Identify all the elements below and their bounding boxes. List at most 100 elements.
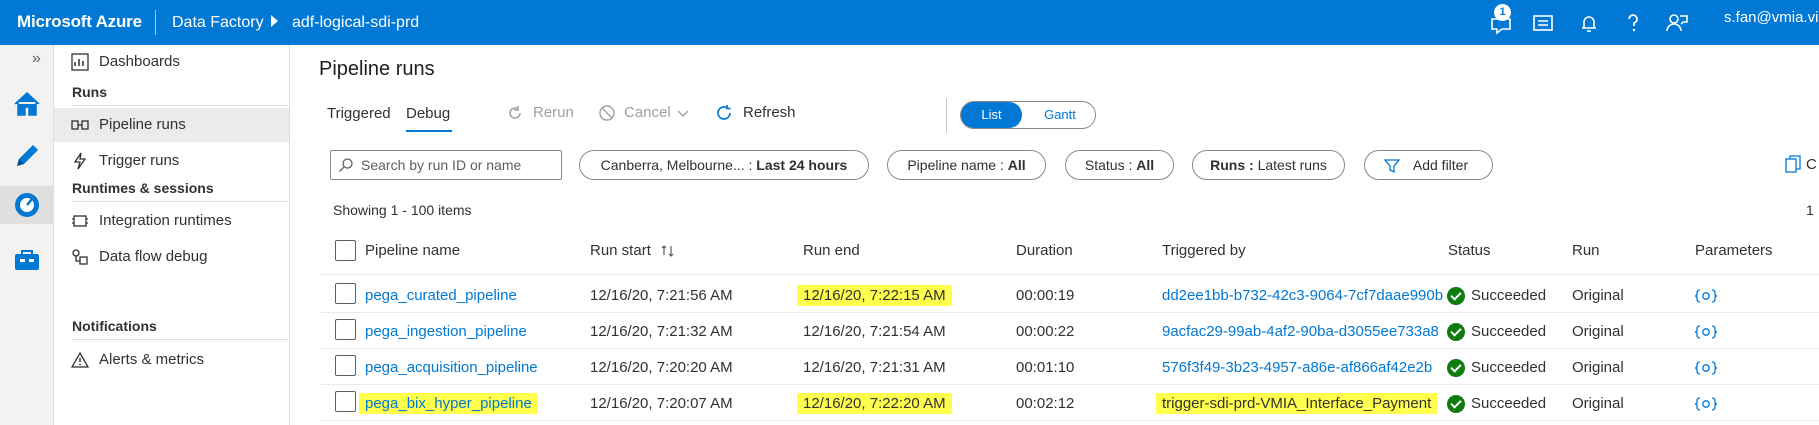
col-header-run-start[interactable]: Run start	[590, 242, 651, 259]
row-checkbox[interactable]	[335, 391, 356, 412]
pipeline-icon	[71, 120, 89, 130]
duration-cell: 00:00:19	[1016, 287, 1075, 304]
user-account[interactable]: s.fan@vmia.vic.gov.au	[1724, 9, 1819, 26]
parameters-icon[interactable]	[1695, 360, 1717, 376]
run-end-text: 12/16/20, 7:22:15 AM	[797, 285, 952, 306]
nav-heading-runtimes: Runtimes & sessions	[72, 180, 214, 196]
success-icon	[1447, 287, 1465, 305]
duration-cell: 00:01:10	[1016, 359, 1075, 376]
row-checkbox[interactable]	[335, 283, 356, 304]
sort-up-down-icon[interactable]	[660, 243, 676, 259]
nav-label: Trigger runs	[99, 152, 180, 169]
parameters-icon[interactable]	[1695, 288, 1717, 304]
help-icon[interactable]	[1620, 10, 1646, 36]
nav-label: Data flow debug	[99, 248, 208, 265]
status-text: Succeeded	[1471, 395, 1547, 412]
col-header-parameters[interactable]: Parameters	[1695, 242, 1773, 259]
nav-divider	[72, 105, 288, 106]
author-pencil-icon[interactable]	[8, 137, 46, 175]
pipeline-name-link[interactable]: pega_acquisition_pipeline	[365, 359, 538, 376]
filter-time-range[interactable]: Canberra, Melbourne... : Last 24 hours	[579, 150, 869, 180]
search-icon	[339, 158, 353, 172]
breadcrumb-data-factory[interactable]: Data Factory	[172, 14, 264, 32]
cancel-label: Cancel	[624, 104, 671, 121]
notification-count-badge: 1	[1494, 4, 1511, 21]
nav-item-trigger-runs[interactable]: Trigger runs	[54, 144, 289, 178]
tab-triggered[interactable]: Triggered	[327, 105, 391, 122]
search-placeholder: Search by run ID or name	[361, 157, 522, 173]
filter-runs[interactable]: Runs : Latest runs	[1192, 150, 1345, 180]
view-gantt-button[interactable]: Gantt	[1025, 102, 1095, 128]
status-text: Succeeded	[1471, 323, 1547, 340]
triggered-by-link[interactable]: 9acfac29-99ab-4af2-90ba-d3055ee733a8	[1162, 323, 1439, 340]
triggered-by-link[interactable]: 576f3f49-3b23-4957-a86e-af866af42e2b	[1162, 359, 1432, 376]
rerun-label: Rerun	[533, 104, 574, 121]
add-filter-label: Add filter	[1412, 157, 1469, 173]
switch-directory-icon[interactable]	[1530, 10, 1556, 36]
copy-icon[interactable]	[1783, 154, 1803, 174]
col-header-run[interactable]: Run	[1572, 242, 1600, 259]
refresh-icon	[717, 105, 731, 120]
clipped-toolbar-label[interactable]: C	[1806, 156, 1817, 173]
success-icon	[1447, 323, 1465, 341]
select-all-checkbox[interactable]	[335, 240, 356, 261]
filter-runs-value: Latest runs	[1257, 157, 1327, 173]
expand-icon[interactable]: »	[32, 50, 41, 68]
row-divider	[319, 312, 1819, 313]
run-start-cell: 12/16/20, 7:21:56 AM	[590, 287, 733, 304]
run-start-cell: 12/16/20, 7:20:07 AM	[590, 395, 733, 412]
status-text: Succeeded	[1471, 287, 1547, 304]
search-input[interactable]: Search by run ID or name	[330, 150, 562, 180]
run-start-cell: 12/16/20, 7:21:32 AM	[590, 323, 733, 340]
col-header-triggered-by[interactable]: Triggered by	[1162, 242, 1246, 259]
pipeline-name-link[interactable]: pega_curated_pipeline	[365, 287, 517, 304]
filter-time-value: Last 24 hours	[756, 157, 848, 173]
pipeline-name-text: pega_bix_hyper_pipeline	[359, 393, 538, 414]
rerun-icon	[509, 106, 521, 119]
run-end-text: 12/16/20, 7:22:20 AM	[797, 393, 952, 414]
breadcrumb-factory-name[interactable]: adf-logical-sdi-prd	[292, 14, 419, 32]
nav-item-pipeline-runs[interactable]: Pipeline runs	[54, 108, 289, 142]
pipeline-name-link[interactable]: pega_bix_hyper_pipeline	[359, 393, 538, 414]
azure-brand[interactable]: Microsoft Azure	[17, 12, 142, 32]
nav-item-dashboards[interactable]: Dashboards	[54, 45, 289, 79]
top-separator	[155, 10, 156, 35]
triggered-by-text: dd2ee1bb-b732-42c3-9064-7cf7daae990b	[1162, 287, 1444, 304]
nav-item-dataflow-debug[interactable]: Data flow debug	[54, 240, 289, 274]
row-divider	[319, 420, 1819, 421]
nav-item-integration-runtimes[interactable]: Integration runtimes	[54, 204, 289, 238]
tab-debug[interactable]: Debug	[406, 105, 450, 122]
col-header-status[interactable]: Status	[1448, 242, 1491, 259]
monitor-gauge-icon	[15, 193, 39, 217]
notifications-icon[interactable]	[1576, 10, 1602, 36]
row-checkbox[interactable]	[335, 319, 356, 340]
col-header-pipeline-name[interactable]: Pipeline name	[365, 242, 460, 259]
triggered-by-link[interactable]: trigger-sdi-prd-VMIA_Interface_Payment	[1156, 393, 1438, 414]
triggered-by-link[interactable]: dd2ee1bb-b732-42c3-9064-7cf7daae990b	[1162, 287, 1443, 304]
filter-pipeline-name[interactable]: Pipeline name : All	[887, 150, 1046, 180]
home-icon[interactable]	[8, 85, 46, 123]
duration-cell: 00:00:22	[1016, 323, 1075, 340]
row-divider	[319, 384, 1819, 385]
filter-status[interactable]: Status : All	[1065, 150, 1174, 180]
success-icon	[1447, 395, 1465, 413]
parameters-icon[interactable]	[1695, 396, 1717, 412]
pipeline-name-text: pega_acquisition_pipeline	[365, 359, 538, 376]
col-header-duration[interactable]: Duration	[1016, 242, 1073, 259]
parameters-icon[interactable]	[1695, 324, 1717, 340]
view-list-button[interactable]: List	[961, 102, 1022, 128]
monitor-nav-button[interactable]	[0, 186, 53, 224]
header-divider	[319, 274, 1819, 275]
manage-toolbox-icon[interactable]	[8, 241, 46, 279]
view-toggle: List Gantt	[960, 101, 1096, 129]
trigger-icon	[73, 152, 87, 170]
nav-item-alerts-metrics[interactable]: Alerts & metrics	[54, 343, 289, 377]
col-header-run-end[interactable]: Run end	[803, 242, 860, 259]
pipeline-name-link[interactable]: pega_ingestion_pipeline	[365, 323, 527, 340]
row-divider	[319, 348, 1819, 349]
feedback-person-icon[interactable]	[1664, 10, 1690, 36]
filter-funnel-icon	[1383, 159, 1401, 174]
nav-label: Integration runtimes	[99, 212, 232, 229]
add-filter-button[interactable]: Add filter	[1364, 150, 1493, 180]
row-checkbox[interactable]	[335, 355, 356, 376]
